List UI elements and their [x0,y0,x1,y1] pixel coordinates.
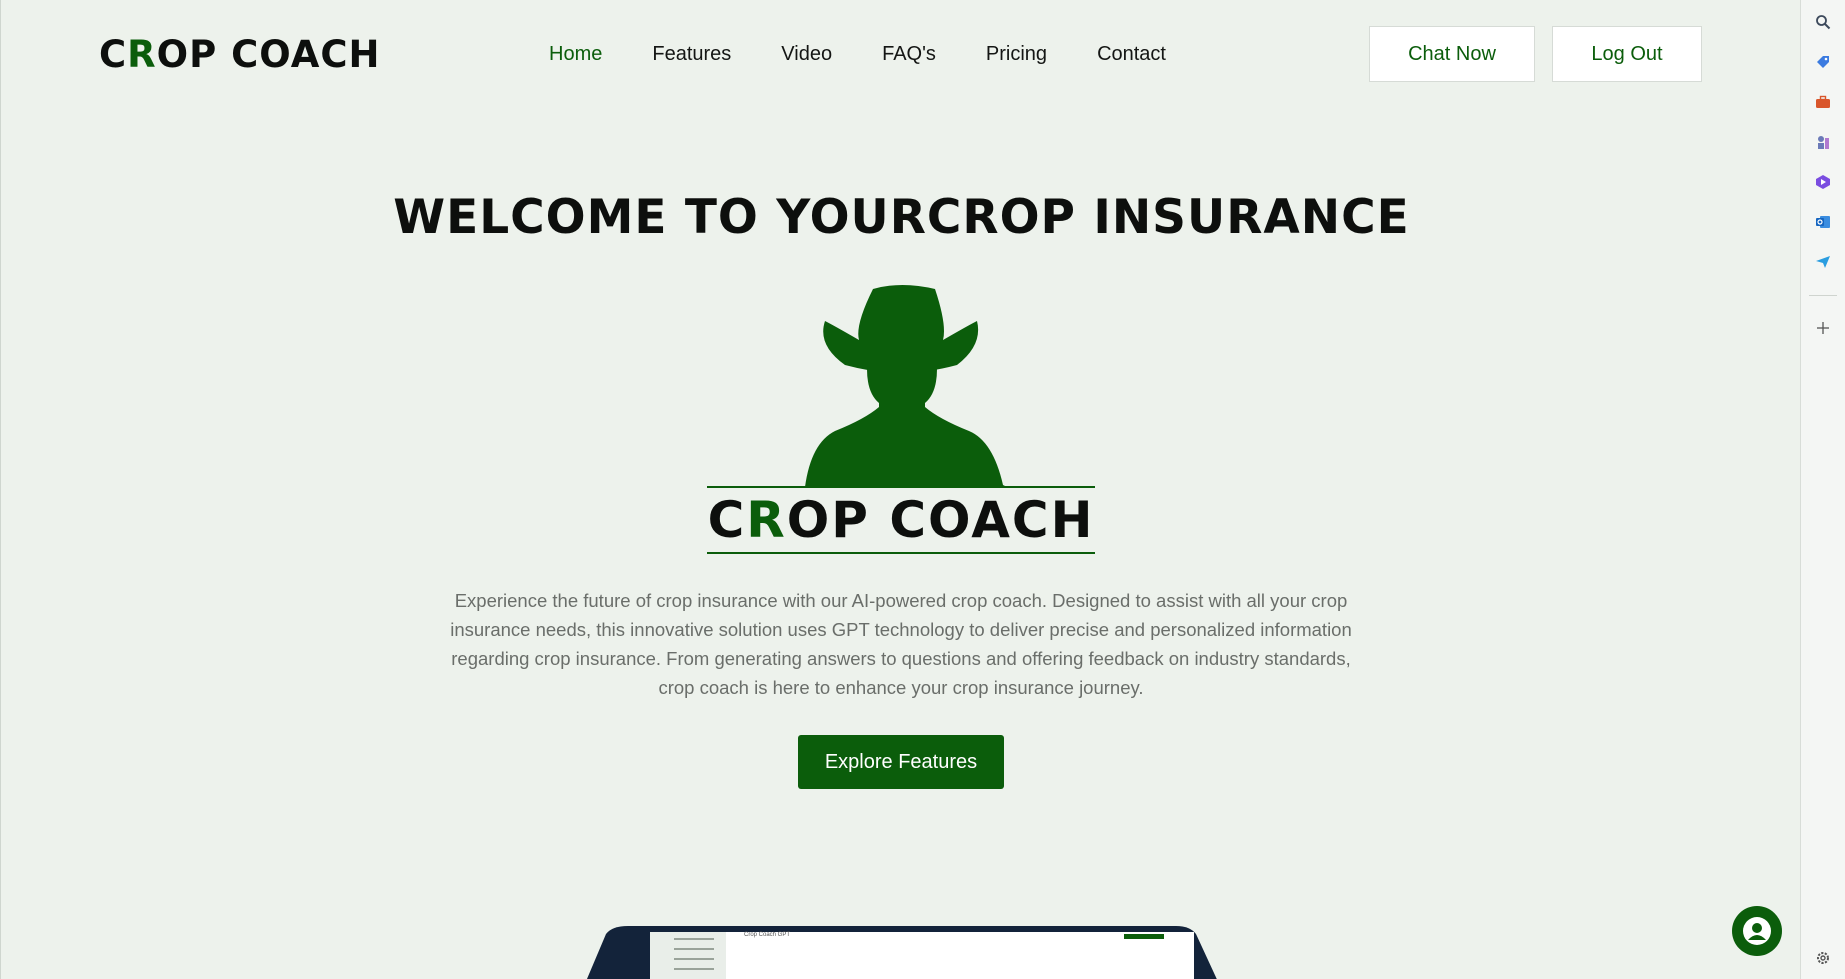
nav-faqs[interactable]: FAQ's [882,43,936,66]
hero-logo-text: CROP COACH [707,490,1095,550]
briefcase-icon[interactable] [1813,92,1833,112]
device-app-title: Crop Coach GPT [744,932,791,938]
nav-home[interactable]: Home [549,43,602,66]
hero-title: WELCOME TO YOURCROP INSURANCE [393,190,1410,245]
hero-description: Experience the future of crop insurance … [450,590,1352,698]
web-page: CROP COACH Home Features Video FAQ's Pri… [0,0,1802,979]
hero-logo-rest: OP COACH [786,491,1095,549]
chat-bot-icon [1743,917,1771,945]
explore-features-button[interactable]: Explore Features [798,735,1004,789]
nav-video[interactable]: Video [781,43,832,66]
laptop-frame-icon [586,926,1217,979]
device-preview: Crop Coach GPT [584,926,1220,979]
send-icon[interactable] [1813,252,1833,272]
hero-logo-letter-r: R [746,491,787,549]
copilot-icon[interactable] [1813,172,1833,192]
settings-icon[interactable] [1813,948,1833,968]
nav-pricing[interactable]: Pricing [986,43,1047,66]
chat-now-button[interactable]: Chat Now [1369,26,1535,82]
hero-logo: CROP COACH [707,285,1095,555]
hero-logo-letter-c: C [707,491,747,549]
site-logo[interactable]: CROP COACH [99,34,380,76]
plus-icon[interactable] [1813,318,1833,338]
main-nav: Home Features Video FAQ's Pricing Contac… [549,43,1216,66]
nav-contact[interactable]: Contact [1097,43,1166,66]
nav-features[interactable]: Features [652,43,731,66]
outlook-icon[interactable] [1813,212,1833,232]
search-icon[interactable] [1813,12,1833,32]
logo-letter-c: C [99,33,128,76]
log-out-button[interactable]: Log Out [1552,26,1702,82]
sidebar-divider [1809,295,1837,296]
logo-letter-r: R [127,33,157,76]
chess-icon[interactable] [1813,132,1833,152]
chat-widget-button[interactable] [1732,906,1782,956]
browser-sidebar [1800,0,1845,979]
tag-icon[interactable] [1813,52,1833,72]
logo-text: OP COACH [156,33,381,76]
